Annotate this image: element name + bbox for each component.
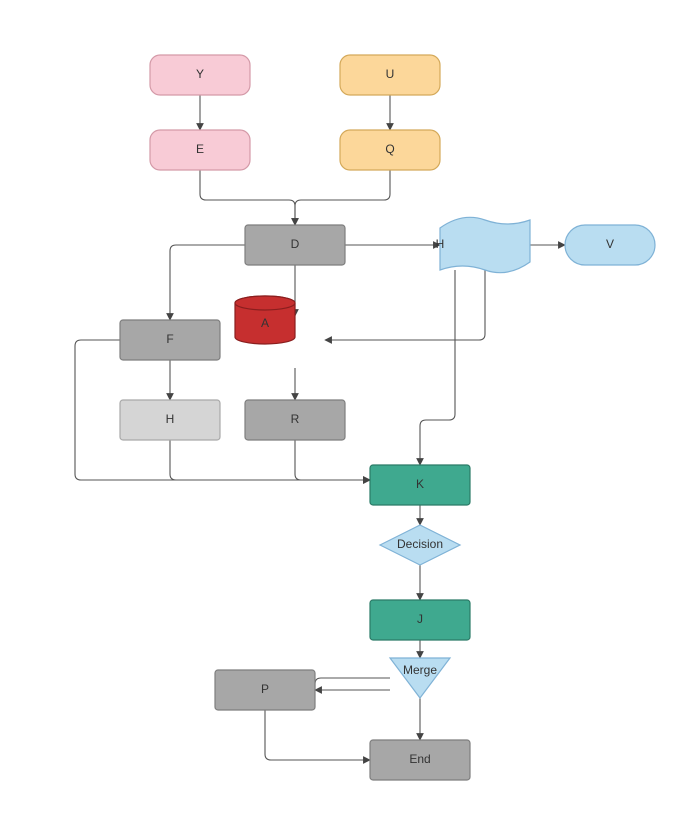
node-Y: Y: [150, 55, 250, 95]
node-D: D: [245, 225, 345, 265]
node-label-K: K: [416, 477, 424, 491]
node-label-Q: Q: [385, 142, 394, 156]
node-A: A: [235, 296, 295, 344]
node-H2: H: [120, 400, 220, 440]
node-label-Dec: Decision: [397, 537, 443, 551]
node-P: P: [215, 670, 315, 710]
node-End: End: [370, 740, 470, 780]
node-label-R: R: [291, 412, 300, 426]
edge: [420, 270, 455, 465]
node-V: V: [565, 225, 655, 265]
node-label-Hflag: H: [436, 237, 445, 251]
node-Hflag: H: [436, 217, 530, 272]
node-label-P: P: [261, 682, 269, 696]
node-label-Merge: Merge: [403, 663, 437, 677]
node-label-D: D: [291, 237, 300, 251]
node-label-Y: Y: [196, 67, 204, 81]
node-label-F: F: [166, 332, 173, 346]
node-label-E: E: [196, 142, 204, 156]
node-label-V: V: [606, 237, 614, 251]
node-label-J: J: [417, 612, 423, 626]
node-F: F: [120, 320, 220, 360]
edge: [265, 710, 370, 760]
node-label-U: U: [386, 67, 395, 81]
node-E: E: [150, 130, 250, 170]
node-Merge: Merge: [390, 658, 450, 698]
edge: [295, 170, 390, 225]
edge: [170, 440, 370, 480]
edge: [315, 678, 390, 690]
edge: [295, 440, 370, 480]
edge: [170, 245, 245, 320]
node-K: K: [370, 465, 470, 505]
node-label-End: End: [409, 752, 430, 766]
flowchart-diagram: Y U E Q D H V F A H R K Decision J Merge P End: [0, 0, 680, 825]
node-J: J: [370, 600, 470, 640]
node-label-H2: H: [166, 412, 175, 426]
node-R: R: [245, 400, 345, 440]
edge: [325, 270, 485, 340]
node-label-A: A: [261, 316, 269, 330]
node-Q: Q: [340, 130, 440, 170]
node-Dec: Decision: [380, 525, 460, 565]
node-U: U: [340, 55, 440, 95]
edge: [200, 170, 295, 225]
